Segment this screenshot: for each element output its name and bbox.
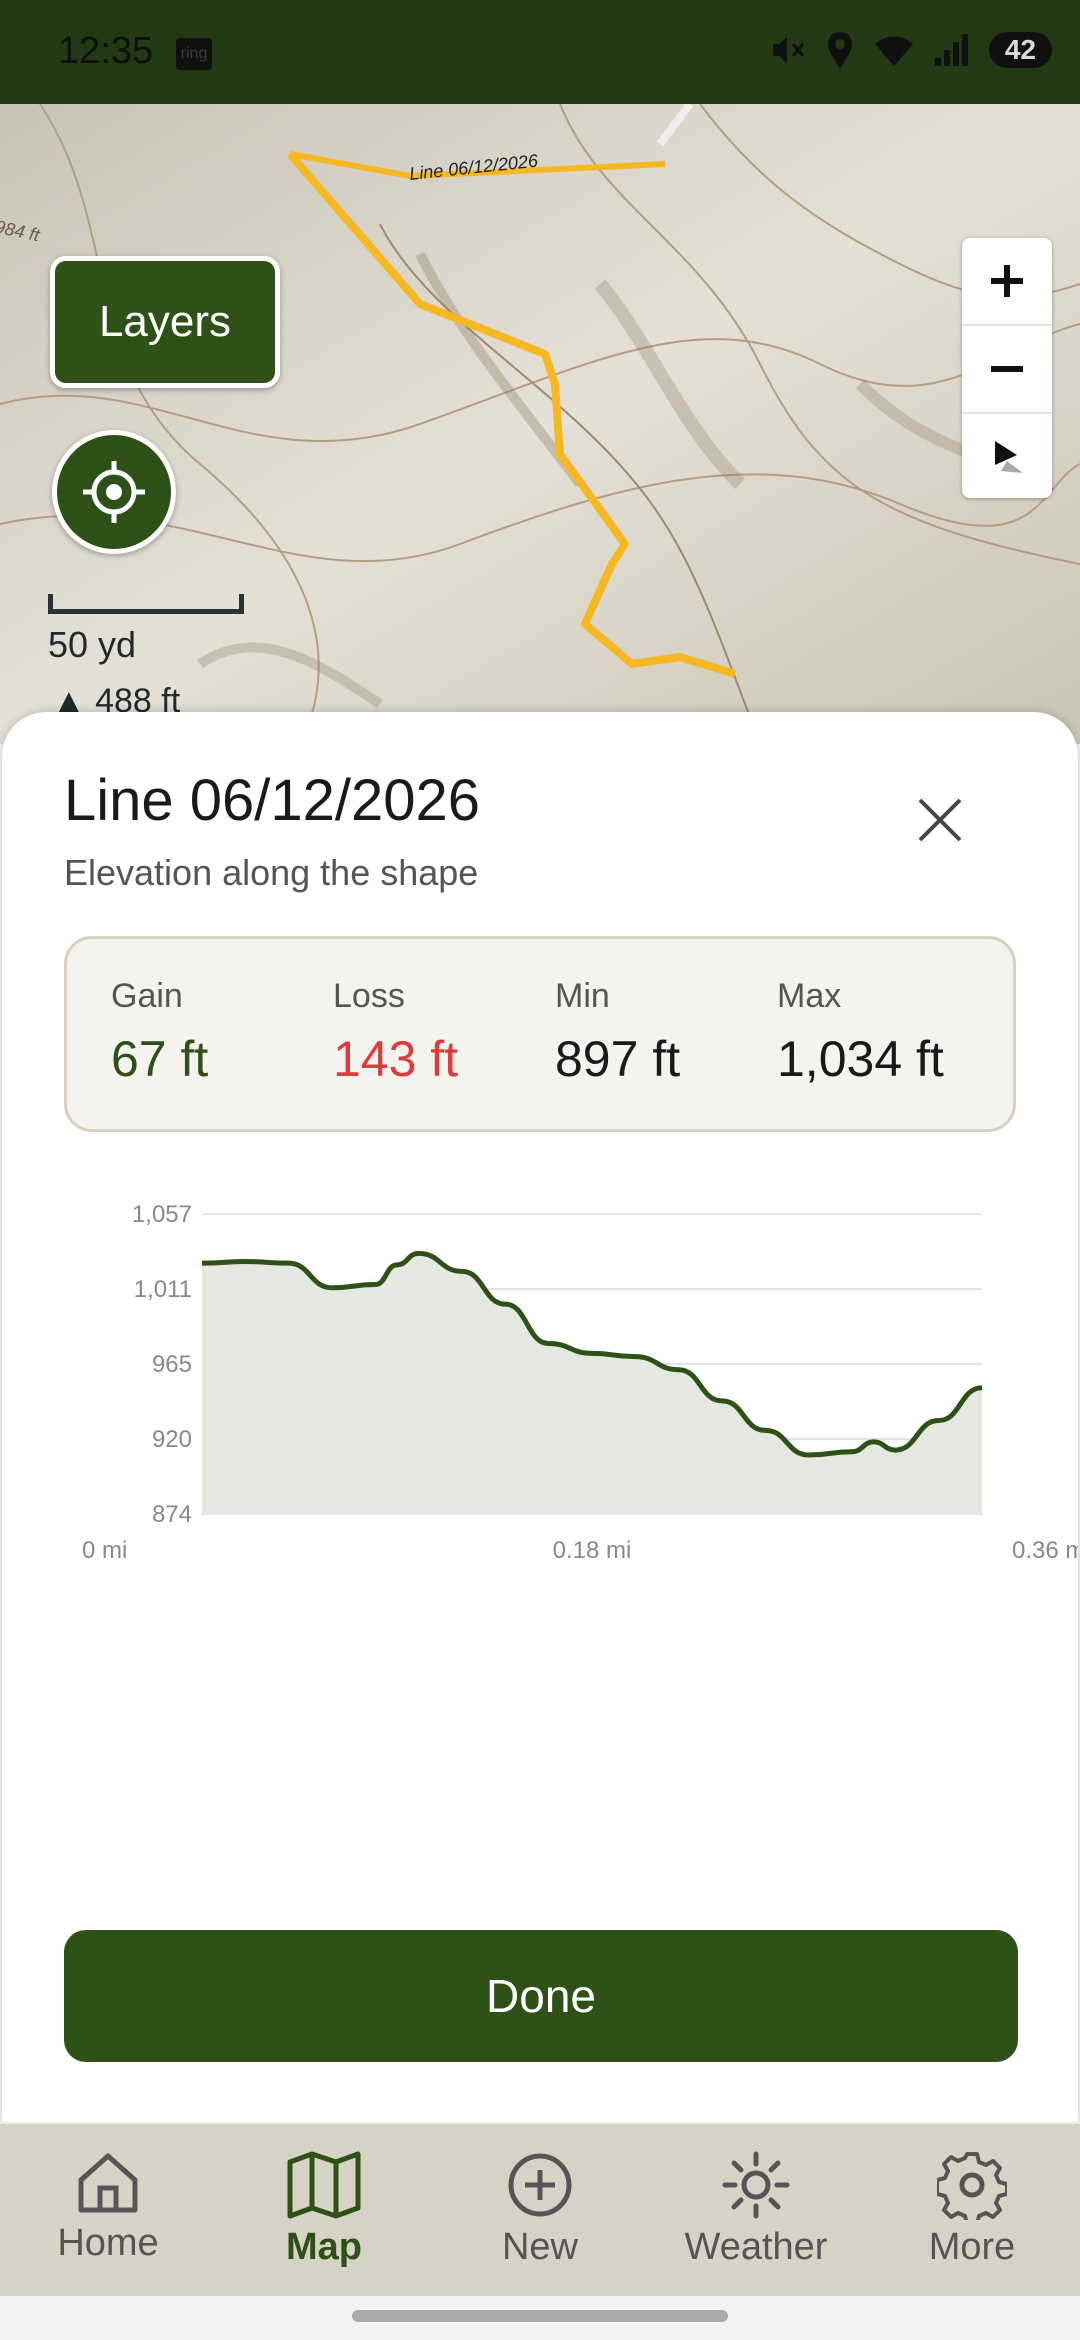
- elevation-sheet: Line 06/12/2026 Elevation along the shap…: [2, 712, 1080, 2122]
- y-tick-label: 965: [152, 1351, 192, 1378]
- map-scale-bar: [48, 594, 244, 614]
- close-icon: [918, 798, 962, 842]
- mute-icon: [772, 37, 804, 63]
- map-controls: [962, 238, 1052, 498]
- nav-label-map: Map: [286, 2226, 362, 2268]
- location-icon: [827, 32, 852, 68]
- nav-item-map[interactable]: Map: [234, 2150, 414, 2269]
- nav-label-weather: Weather: [684, 2226, 828, 2268]
- x-tick-label: 0.18 mi: [553, 1537, 632, 1564]
- stat-gain-label: Gain: [111, 977, 183, 1015]
- stat-loss: Loss 143 ft: [333, 977, 458, 1088]
- sun-icon: [722, 2151, 790, 2219]
- locate-me-button[interactable]: [52, 430, 176, 554]
- plus-icon: [991, 265, 1023, 297]
- status-icons: 42: [767, 30, 1052, 70]
- layers-button[interactable]: Layers: [50, 256, 280, 388]
- plus-circle-icon: [508, 2153, 572, 2217]
- nav-item-new[interactable]: New: [450, 2150, 630, 2269]
- stat-max: Max 1,034 ft: [777, 977, 944, 1088]
- terrain-map[interactable]: Line 06/12/2026 984 ft: [0, 104, 1080, 744]
- zoom-in-button[interactable]: [962, 238, 1052, 326]
- x-tick-label: 0 mi: [82, 1537, 127, 1564]
- stat-loss-label: Loss: [333, 977, 405, 1015]
- nav-label-more: More: [928, 2226, 1016, 2268]
- gesture-area: [0, 2296, 1080, 2340]
- nav-label-new: New: [501, 2226, 579, 2268]
- nav-item-more[interactable]: More: [882, 2150, 1062, 2269]
- elevation-stats-card: Gain 67 ft Loss 143 ft Min 897 ft Max 1,…: [64, 936, 1016, 1132]
- status-time: 12:35: [58, 30, 154, 72]
- stat-min-value: 897 ft: [555, 1031, 681, 1087]
- zoom-out-button[interactable]: [962, 326, 1052, 414]
- y-tick-label: 874: [152, 1501, 192, 1528]
- close-button[interactable]: [902, 782, 978, 858]
- nav-item-weather[interactable]: Weather: [666, 2150, 846, 2269]
- stat-loss-value: 143 ft: [333, 1031, 459, 1087]
- done-button[interactable]: Done: [64, 1930, 1018, 2062]
- minus-icon: [991, 366, 1023, 372]
- elevation-chart-svg: 1,057 1,011 965 920 874 0 mi 0.18 mi 0.36 mi: [82, 1201, 1080, 1564]
- stat-min: Min 897 ft: [555, 977, 680, 1088]
- map-icon: [287, 2151, 361, 2219]
- x-tick-label: 0.36 mi: [1012, 1537, 1078, 1564]
- crosshair-icon: [83, 461, 145, 523]
- gesture-bar[interactable]: [352, 2310, 728, 2322]
- elevation-area: [202, 1253, 982, 1514]
- y-tick-label: 920: [152, 1426, 192, 1453]
- y-tick-label: 1,057: [132, 1201, 192, 1228]
- gear-icon: [937, 2152, 1007, 2220]
- home-icon: [78, 2153, 138, 2213]
- sheet-subtitle: Elevation along the shape: [64, 852, 479, 893]
- stat-gain-value: 67 ft: [111, 1031, 209, 1087]
- nav-item-home[interactable]: Home: [18, 2150, 198, 2265]
- status-bar: 12:35 ring 42: [0, 0, 1080, 104]
- y-tick-label: 1,011: [134, 1276, 192, 1303]
- compass-button[interactable]: [962, 414, 1052, 500]
- nav-label-home: Home: [57, 2222, 159, 2264]
- battery-indicator: 42: [988, 32, 1052, 68]
- stat-max-label: Max: [777, 977, 842, 1015]
- wifi-icon: [874, 36, 913, 66]
- map-view[interactable]: Line 06/12/2026 984 ft Layers 50 yd ▲ 48…: [0, 104, 1080, 744]
- stat-min-label: Min: [555, 977, 610, 1015]
- stat-gain: Gain 67 ft: [111, 977, 208, 1088]
- signal-icon: [934, 34, 968, 66]
- bottom-nav: Home Map New Weather More: [0, 2124, 1080, 2296]
- compass-arrow-icon: [995, 441, 1023, 473]
- sheet-title: Line 06/12/2026: [64, 768, 481, 833]
- ring-app-icon: ring: [176, 38, 212, 70]
- stat-max-value: 1,034 ft: [777, 1031, 944, 1087]
- map-scale-label: 50 yd: [48, 624, 137, 665]
- elevation-chart: 1,057 1,011 965 920 874 0 mi 0.18 mi 0.36 mi: [2, 1162, 1080, 1602]
